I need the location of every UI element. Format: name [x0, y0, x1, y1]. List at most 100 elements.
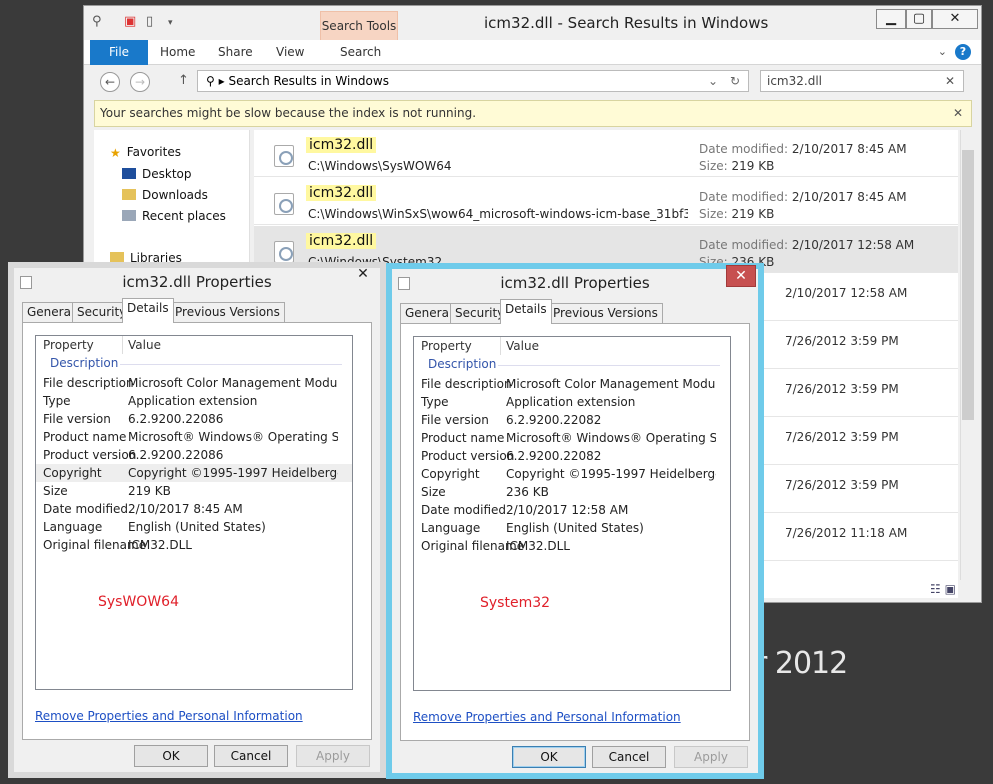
detail-row[interactable]: Date modified 2/10/2017 8:45 AM	[36, 500, 352, 518]
address-bar[interactable]: ⚲ ▸ Search Results in Windows ⌄ ↻	[197, 70, 749, 92]
back-icon[interactable]: ←	[100, 72, 120, 92]
tab-previous-versions[interactable]: Previous Versions	[170, 302, 285, 322]
result-row[interactable]: icm32.dll C:\Windows\WinSxS\wow64_micros…	[254, 178, 958, 225]
ok-button[interactable]: OK	[512, 746, 586, 768]
detail-property: Type	[43, 394, 71, 408]
detail-row[interactable]: Type Application extension	[414, 393, 730, 411]
dll-file-icon	[274, 145, 294, 167]
detail-row[interactable]: Original filename ICM32.DLL	[36, 536, 352, 554]
tab-general[interactable]: General	[400, 303, 458, 323]
cancel-button[interactable]: Cancel	[592, 746, 666, 768]
detail-property: Product name	[421, 431, 505, 445]
nav-downloads[interactable]: Downloads	[122, 188, 208, 202]
detail-row[interactable]: Original filename ICM32.DLL	[414, 537, 730, 555]
tab-details[interactable]: Details	[500, 299, 552, 324]
search-icon[interactable]: ⚲	[92, 14, 102, 29]
apply-button[interactable]: Apply	[674, 746, 748, 768]
remove-properties-link[interactable]: Remove Properties and Personal Informati…	[413, 710, 681, 724]
details-list[interactable]: Property Value Description File descript…	[413, 336, 731, 691]
forward-icon[interactable]: →	[130, 72, 150, 92]
detail-row[interactable]: Product version 6.2.9200.22086	[36, 446, 352, 464]
up-icon[interactable]: ↑	[178, 73, 189, 88]
nav-desktop[interactable]: Desktop	[122, 167, 192, 181]
tab-home[interactable]: Home	[160, 45, 195, 59]
detail-row[interactable]: Language English (United States)	[36, 518, 352, 536]
detail-row[interactable]: File version 6.2.9200.22082	[414, 411, 730, 429]
help-icon[interactable]: ?	[955, 44, 971, 60]
detail-row[interactable]: Copyright Copyright ©1995-1997 Heidelberg…	[414, 465, 730, 483]
detail-row[interactable]: Date modified 2/10/2017 12:58 AM	[414, 501, 730, 519]
quick-access-dropdown-icon[interactable]: ▾	[168, 18, 173, 28]
index-warning-banner[interactable]: Your searches might be slow because the …	[94, 100, 972, 127]
new-folder-icon[interactable]: ▯	[146, 14, 153, 29]
tab-general[interactable]: General	[22, 302, 80, 322]
detail-row[interactable]: Product name Microsoft® Windows® Operatin…	[414, 429, 730, 447]
detail-row[interactable]: File description Microsoft Color Manageme…	[414, 375, 730, 393]
tab-details[interactable]: Details	[122, 298, 174, 323]
scrollbar-thumb[interactable]	[962, 150, 974, 420]
detail-value: 6.2.9200.22086	[128, 412, 224, 426]
date-value: 7/26/2012 3:59 PM	[785, 430, 899, 444]
date-value: 2/10/2017 12:58 AM	[785, 286, 908, 300]
detail-value: 6.2.9200.22082	[506, 449, 602, 463]
date-value: 7/26/2012 3:59 PM	[785, 478, 899, 492]
result-row[interactable]: icm32.dll C:\Windows\SysWOW64 Date modif…	[254, 130, 958, 177]
detail-row[interactable]: File description Microsoft Color Manageme…	[36, 374, 352, 392]
tab-file[interactable]: File	[90, 40, 148, 65]
detail-property: Language	[421, 521, 481, 535]
tab-previous-versions[interactable]: Previous Versions	[548, 303, 663, 323]
results-scrollbar[interactable]	[960, 130, 975, 580]
desktop-icon	[122, 168, 136, 179]
dialog-close-button[interactable]: ✕	[726, 265, 756, 287]
maximize-button[interactable]: ▢	[906, 9, 932, 29]
details-list[interactable]: Property Value Description File descript…	[35, 335, 353, 690]
detail-row[interactable]: Size 219 KB	[36, 482, 352, 500]
detail-property: File description	[421, 377, 512, 391]
tab-view[interactable]: View	[276, 45, 304, 59]
date-value: 7/26/2012 11:18 AM	[785, 526, 908, 540]
desktop-os-text: r 2012	[755, 646, 848, 681]
detail-value: Copyright ©1995-1997 Heidelberger Dru...	[128, 466, 338, 480]
detail-row[interactable]: File version 6.2.9200.22086	[36, 410, 352, 428]
column-property[interactable]: Property	[43, 336, 94, 354]
close-button[interactable]: ✕	[932, 9, 978, 29]
dialog-close-button[interactable]: ✕	[348, 264, 378, 286]
detail-property: File version	[421, 413, 489, 427]
detail-row[interactable]: Language English (United States)	[414, 519, 730, 537]
detail-row[interactable]: Type Application extension	[36, 392, 352, 410]
detail-row[interactable]: Product version 6.2.9200.22082	[414, 447, 730, 465]
date-value: 2/10/2017 12:58 AM	[791, 238, 915, 252]
details-view-icon[interactable]: ☷	[930, 582, 941, 596]
tab-search[interactable]: Search	[340, 45, 381, 59]
detail-property: Date modified	[43, 502, 129, 516]
address-dropdown-icon[interactable]: ⌄	[708, 71, 718, 91]
detail-row[interactable]: Size 236 KB	[414, 483, 730, 501]
section-divider	[498, 365, 720, 366]
column-value[interactable]: Value	[122, 336, 161, 354]
cancel-button[interactable]: Cancel	[214, 745, 288, 767]
remove-properties-link[interactable]: Remove Properties and Personal Informati…	[35, 709, 303, 723]
close-banner-icon[interactable]: ✕	[953, 101, 963, 126]
large-icons-view-icon[interactable]: ▣	[945, 582, 956, 596]
apply-button[interactable]: Apply	[296, 745, 370, 767]
column-property[interactable]: Property	[421, 337, 472, 355]
properties-icon[interactable]: ▣	[124, 14, 136, 29]
tab-share[interactable]: Share	[218, 45, 253, 59]
nav-favorites[interactable]: ★ Favorites	[110, 145, 181, 160]
result-date: Date modified: 2/10/2017 12:58 AM	[699, 238, 914, 252]
detail-row-hovered[interactable]: Copyright Copyright ©1995-1997 Heidelberg…	[36, 464, 352, 482]
detail-row[interactable]: Product name Microsoft® Windows® Operatin…	[36, 428, 352, 446]
expand-ribbon-icon[interactable]: ⌄	[938, 45, 947, 58]
detail-property: Date modified	[421, 503, 507, 517]
column-value[interactable]: Value	[500, 337, 539, 355]
search-input[interactable]: icm32.dll ✕	[760, 70, 964, 92]
clear-search-icon[interactable]: ✕	[945, 71, 955, 91]
minimize-button[interactable]: ▁	[876, 9, 906, 29]
detail-value: Microsoft® Windows® Operating System	[506, 431, 716, 445]
ok-button[interactable]: OK	[134, 745, 208, 767]
result-size: Size: 219 KB	[699, 159, 774, 173]
refresh-icon[interactable]: ↻	[730, 71, 740, 91]
detail-property: Type	[421, 395, 449, 409]
nav-recent-places[interactable]: Recent places	[122, 209, 226, 223]
dialog-title: icm32.dll Properties	[500, 274, 650, 292]
